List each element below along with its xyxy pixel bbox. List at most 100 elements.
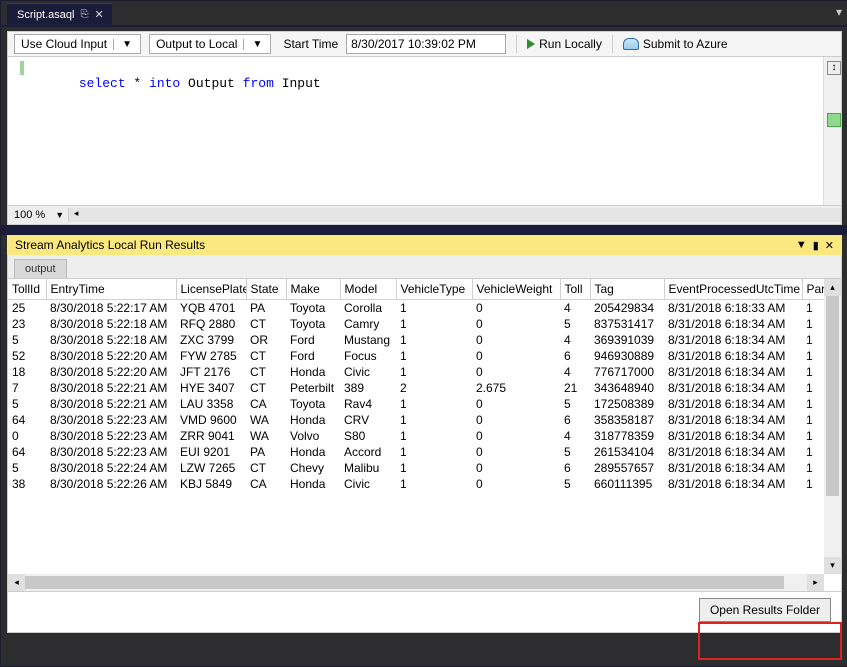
input-mode-value: Use Cloud Input — [15, 37, 113, 51]
column-header[interactable]: VehicleType — [396, 279, 472, 300]
input-mode-dropdown[interactable]: Use Cloud Input ▼ — [14, 34, 141, 54]
editor-scrollbar[interactable] — [823, 57, 841, 205]
cell: 8/30/2018 5:22:18 AM — [46, 316, 176, 332]
column-header[interactable]: LicensePlate — [176, 279, 246, 300]
column-header[interactable]: Partition — [802, 279, 824, 300]
cell: 8/30/2018 5:22:21 AM — [46, 380, 176, 396]
submit-azure-button[interactable]: Submit to Azure — [623, 37, 728, 51]
table-row[interactable]: 648/30/2018 5:22:23 AMEUI 9201PAHondaAcc… — [8, 444, 824, 460]
cell: Corolla — [340, 300, 396, 317]
column-header[interactable]: VehicleWeight — [472, 279, 560, 300]
run-locally-button[interactable]: Run Locally — [527, 37, 602, 51]
open-results-folder-button[interactable]: Open Results Folder — [699, 598, 831, 622]
scroll-left-icon[interactable]: ◂ — [69, 208, 83, 222]
chevron-down-icon[interactable]: ▼ — [113, 39, 140, 50]
column-header[interactable]: Toll — [560, 279, 590, 300]
cell: Focus — [340, 348, 396, 364]
table-row[interactable]: 528/30/2018 5:22:20 AMFYW 2785CTFordFocu… — [8, 348, 824, 364]
cell: 8/30/2018 5:22:20 AM — [46, 364, 176, 380]
sql-editor[interactable]: select * into Output from Input ↕ — [7, 57, 842, 206]
table-row[interactable]: 78/30/2018 5:22:21 AMHYE 3407CTPeterbilt… — [8, 380, 824, 396]
panel-menu-icon[interactable]: ▼ — [796, 239, 807, 251]
cell: 1 — [396, 332, 472, 348]
pin-icon[interactable]: ⎘ — [80, 9, 88, 20]
chevron-down-icon[interactable]: ▼ — [51, 210, 68, 220]
cell: 1 — [802, 396, 824, 412]
cell: 4 — [560, 428, 590, 444]
column-header[interactable]: Make — [286, 279, 340, 300]
table-header-row: TollIdEntryTimeLicensePlateStateMakeMode… — [8, 279, 824, 300]
cell: FYW 2785 — [176, 348, 246, 364]
table-row[interactable]: 388/30/2018 5:22:26 AMKBJ 5849CAHondaCiv… — [8, 476, 824, 492]
cell: 389 — [340, 380, 396, 396]
cell: 6 — [560, 460, 590, 476]
cell: PA — [246, 300, 286, 317]
cell: 38 — [8, 476, 46, 492]
scroll-right-icon[interactable]: ▸ — [807, 574, 824, 591]
query-toolbar: Use Cloud Input ▼ Output to Local ▼ Star… — [7, 31, 842, 57]
column-header[interactable]: Tag — [590, 279, 664, 300]
column-header[interactable]: EventProcessedUtcTime — [664, 279, 802, 300]
table-row[interactable]: 58/30/2018 5:22:21 AMLAU 3358CAToyotaRav… — [8, 396, 824, 412]
panel-dropdown-icon[interactable]: ▾ — [836, 5, 842, 19]
scroll-up-icon[interactable]: ▴ — [824, 279, 841, 296]
cell: Mustang — [340, 332, 396, 348]
cell: 7 — [8, 380, 46, 396]
table-row[interactable]: 238/30/2018 5:22:18 AMRFQ 2880CTToyotaCa… — [8, 316, 824, 332]
cell: CT — [246, 460, 286, 476]
zoom-value[interactable]: 100 % — [8, 209, 51, 221]
table-row[interactable]: 58/30/2018 5:22:24 AMLZW 7265CTChevyMali… — [8, 460, 824, 476]
cell: VMD 9600 — [176, 412, 246, 428]
column-header[interactable]: Model — [340, 279, 396, 300]
output-mode-dropdown[interactable]: Output to Local ▼ — [149, 34, 271, 54]
table-row[interactable]: 648/30/2018 5:22:23 AMVMD 9600WAHondaCRV… — [8, 412, 824, 428]
cell: CA — [246, 396, 286, 412]
cell: 6 — [560, 348, 590, 364]
column-header[interactable]: TollId — [8, 279, 46, 300]
cell: 0 — [472, 476, 560, 492]
cell: Honda — [286, 364, 340, 380]
scroll-down-icon[interactable]: ▾ — [824, 557, 841, 574]
start-time-input[interactable] — [346, 34, 506, 54]
vertical-scrollbar[interactable]: ▴ ▾ — [824, 279, 841, 574]
cell: Malibu — [340, 460, 396, 476]
cloud-icon — [623, 38, 639, 50]
close-tab-icon[interactable]: ✕ — [94, 8, 103, 21]
cell: 64 — [8, 444, 46, 460]
table-row[interactable]: 58/30/2018 5:22:18 AMZXC 3799ORFordMusta… — [8, 332, 824, 348]
run-locally-label: Run Locally — [539, 37, 602, 51]
cell: KBJ 5849 — [176, 476, 246, 492]
cell: 1 — [802, 380, 824, 396]
cell: Honda — [286, 412, 340, 428]
scroll-thumb[interactable] — [25, 576, 784, 589]
cell: 8/30/2018 5:22:18 AM — [46, 332, 176, 348]
cell: 18 — [8, 364, 46, 380]
table-row[interactable]: 258/30/2018 5:22:17 AMYQB 4701PAToyotaCo… — [8, 300, 824, 317]
table-row[interactable]: 188/30/2018 5:22:20 AMJFT 2176CTHondaCiv… — [8, 364, 824, 380]
tab-output[interactable]: output — [14, 259, 67, 278]
document-tab[interactable]: Script.asaql ⎘ ✕ — [7, 3, 112, 25]
table-row[interactable]: 08/30/2018 5:22:23 AMZRR 9041WAVolvoS801… — [8, 428, 824, 444]
cell: Civic — [340, 476, 396, 492]
chevron-down-icon[interactable]: ▼ — [243, 39, 270, 50]
horizontal-scrollbar[interactable]: ◂ ▸ — [8, 574, 824, 591]
column-header[interactable]: State — [246, 279, 286, 300]
scroll-thumb[interactable] — [826, 296, 839, 496]
cell: 8/31/2018 6:18:34 AM — [664, 316, 802, 332]
cell: CT — [246, 380, 286, 396]
cell: 1 — [802, 300, 824, 317]
cell: 0 — [472, 428, 560, 444]
cell: 8/31/2018 6:18:33 AM — [664, 300, 802, 317]
cell: Toyota — [286, 300, 340, 317]
pin-icon[interactable]: ▮ — [813, 239, 819, 252]
cell: CRV — [340, 412, 396, 428]
cell: Toyota — [286, 396, 340, 412]
horizontal-scroll-track[interactable]: ◂ — [68, 208, 841, 222]
close-panel-icon[interactable]: ✕ — [825, 239, 834, 252]
collapse-icon[interactable] — [827, 113, 841, 127]
column-header[interactable]: EntryTime — [46, 279, 176, 300]
split-handle-icon[interactable]: ↕ — [827, 61, 841, 75]
cell: YQB 4701 — [176, 300, 246, 317]
tab-title: Script.asaql — [17, 9, 74, 21]
scroll-left-icon[interactable]: ◂ — [8, 574, 25, 591]
